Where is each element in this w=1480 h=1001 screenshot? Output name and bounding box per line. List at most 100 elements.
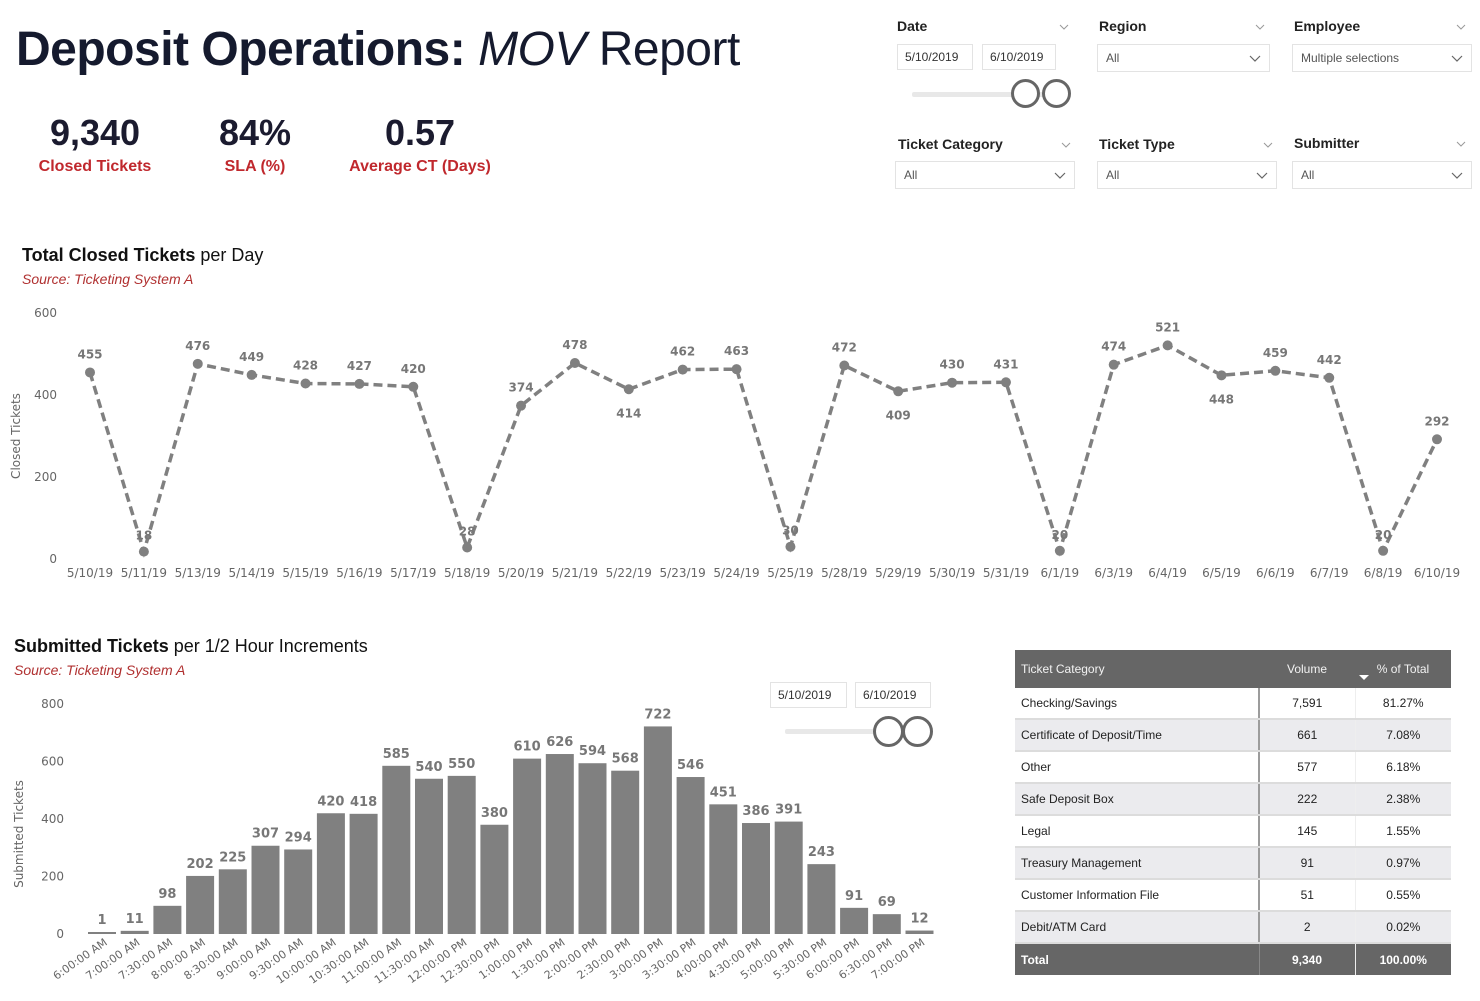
data-point[interactable] <box>1108 359 1119 370</box>
bar[interactable] <box>349 813 378 934</box>
bar[interactable] <box>382 765 411 934</box>
bar[interactable] <box>316 813 345 934</box>
bar-date-start-input[interactable]: 5/10/2019 <box>770 682 847 708</box>
cell-volume: 51 <box>1259 879 1356 912</box>
slicer-title: Submitter <box>1294 135 1360 151</box>
bar[interactable] <box>676 777 705 934</box>
submitter-dropdown[interactable]: All <box>1292 161 1472 189</box>
x-tick-label: 5/16/19 <box>336 566 382 580</box>
ticket-category-slicer: Ticket Category All <box>895 136 1075 192</box>
data-point[interactable] <box>354 378 365 389</box>
bar-date-range-start-handle[interactable] <box>873 716 904 747</box>
bar[interactable] <box>415 778 443 934</box>
bar[interactable] <box>905 930 934 934</box>
column-header-pct-of-total[interactable]: % of Total <box>1355 650 1451 688</box>
column-header-ticket-category[interactable]: Ticket Category <box>1015 650 1259 688</box>
x-tick-label: 5/15/19 <box>282 566 328 580</box>
data-point[interactable] <box>408 381 419 392</box>
data-point[interactable] <box>138 546 149 557</box>
data-point[interactable] <box>462 542 473 553</box>
bar[interactable] <box>709 804 738 934</box>
closed-tickets-line-chart: Closed Tickets 0 200 400 600 455 5/10/19 18 5/11… <box>9 306 1460 580</box>
bar[interactable] <box>807 864 836 934</box>
chevron-down-icon[interactable] <box>1456 139 1466 149</box>
data-point[interactable] <box>569 358 580 369</box>
bar-date-end-input[interactable]: 6/10/2019 <box>855 682 931 708</box>
bar[interactable] <box>840 907 869 934</box>
table-row[interactable]: Customer Information File 51 0.55% <box>1015 879 1451 912</box>
data-point[interactable] <box>1162 340 1173 351</box>
data-point[interactable] <box>1432 434 1442 445</box>
data-point[interactable] <box>785 541 796 552</box>
kpi-label: Closed Tickets <box>38 158 152 175</box>
bar-chart-title-rest: per 1/2 Hour Increments <box>168 636 368 656</box>
bar[interactable] <box>513 758 542 934</box>
kpi-closed-tickets: 9,340 Closed Tickets <box>30 112 160 176</box>
bar[interactable] <box>88 932 116 934</box>
bar[interactable] <box>153 905 182 934</box>
bar[interactable] <box>774 821 803 934</box>
region-dropdown[interactable]: All <box>1097 44 1270 72</box>
date-range-start-handle[interactable] <box>1011 79 1040 108</box>
bar[interactable] <box>545 754 574 934</box>
table-row[interactable]: Debit/ATM Card 2 0.02% <box>1015 911 1451 944</box>
x-tick-label: 5/18/19 <box>444 566 490 580</box>
dropdown-value: Multiple selections <box>1301 51 1400 65</box>
ticket-category-dropdown[interactable]: All <box>895 161 1075 189</box>
chevron-down-icon[interactable] <box>1255 22 1265 32</box>
bar[interactable] <box>578 763 607 934</box>
table-row[interactable]: Safe Deposit Box 222 2.38% <box>1015 783 1451 816</box>
data-point[interactable] <box>1270 365 1281 376</box>
bar[interactable] <box>643 726 672 934</box>
table-row[interactable]: Treasury Management 91 0.97% <box>1015 847 1451 880</box>
chevron-down-icon[interactable] <box>1263 140 1273 150</box>
table-row[interactable]: Certificate of Deposit/Time 661 7.08% <box>1015 719 1451 752</box>
ticket-type-dropdown[interactable]: All <box>1097 161 1277 189</box>
data-label: 428 <box>293 359 318 373</box>
data-point[interactable] <box>1324 372 1335 383</box>
date-range-end-handle[interactable] <box>1042 79 1071 108</box>
data-label: 418 <box>350 795 377 810</box>
bar[interactable] <box>447 775 476 934</box>
data-point[interactable] <box>893 386 904 397</box>
bar[interactable] <box>480 824 509 934</box>
data-point[interactable] <box>839 360 850 371</box>
table-row[interactable]: Legal 145 1.55% <box>1015 815 1451 848</box>
column-header-volume[interactable]: Volume <box>1259 650 1355 688</box>
bar[interactable] <box>611 770 640 934</box>
chevron-down-icon[interactable] <box>1059 22 1069 32</box>
table-row[interactable]: Other 577 6.18% <box>1015 751 1451 784</box>
data-point[interactable] <box>300 378 311 389</box>
data-point[interactable] <box>85 367 95 378</box>
bar[interactable] <box>284 849 313 934</box>
chevron-down-icon[interactable] <box>1456 22 1466 32</box>
bar[interactable] <box>742 823 770 934</box>
bar[interactable] <box>251 845 280 934</box>
data-point[interactable] <box>677 364 688 375</box>
data-point[interactable] <box>192 358 203 369</box>
x-tick-label: 5/20/19 <box>498 566 544 580</box>
data-point[interactable] <box>1054 545 1065 556</box>
data-point[interactable] <box>246 369 257 380</box>
date-end-input[interactable]: 6/10/2019 <box>982 44 1056 70</box>
data-label: 18 <box>136 529 153 543</box>
data-point[interactable] <box>947 377 958 388</box>
data-point[interactable] <box>1000 377 1011 388</box>
data-point[interactable] <box>1378 545 1389 556</box>
data-point[interactable] <box>1216 370 1227 381</box>
employee-dropdown[interactable]: Multiple selections <box>1292 44 1472 72</box>
data-label: 540 <box>415 760 442 775</box>
chevron-down-icon[interactable] <box>1061 140 1071 150</box>
x-tick-label: 5/23/19 <box>660 566 706 580</box>
bar[interactable] <box>218 869 247 934</box>
bar-date-range-end-handle[interactable] <box>902 716 933 747</box>
date-start-input[interactable]: 5/10/2019 <box>897 44 973 70</box>
data-point[interactable] <box>731 364 742 375</box>
bar[interactable] <box>872 914 901 934</box>
bar[interactable] <box>186 875 215 934</box>
table-row[interactable]: Checking/Savings 7,591 81.27% <box>1015 688 1451 720</box>
y-tick-label: 400 <box>34 388 57 402</box>
data-point[interactable] <box>623 384 634 395</box>
data-point[interactable] <box>516 400 527 411</box>
bar[interactable] <box>120 930 149 934</box>
